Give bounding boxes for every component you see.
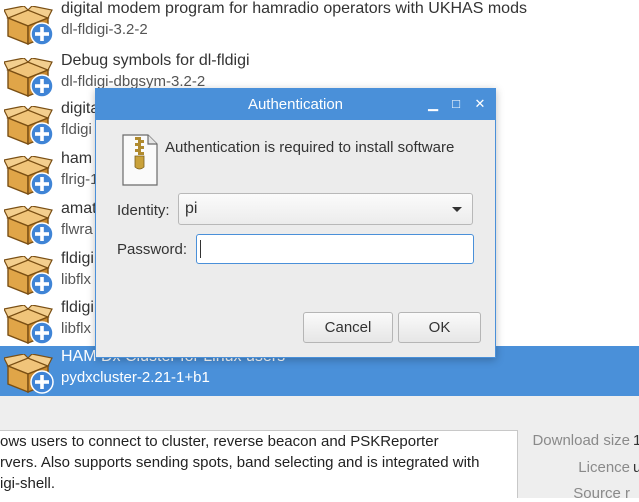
package-name: fldigi	[61, 299, 94, 316]
identity-selected-value: pi	[185, 200, 198, 217]
zip-document-icon	[122, 134, 158, 186]
package-install-icon	[3, 105, 56, 146]
description-line: ows users to connect to cluster, reverse…	[0, 433, 439, 450]
download-size-label: Download size	[532, 432, 630, 449]
package-install-icon	[3, 255, 56, 296]
package-install-icon	[3, 353, 56, 394]
package-row[interactable]: digital modem program for hamradio opera…	[0, 0, 639, 48]
package-name: fldigi	[61, 250, 94, 267]
chevron-down-icon	[452, 207, 462, 212]
identity-label: Identity:	[117, 202, 170, 219]
package-id: libflx	[61, 271, 92, 288]
dialog-titlebar[interactable]: Authentication ▁ □ ✕	[96, 89, 495, 120]
minimize-button[interactable]: ▁	[423, 94, 443, 114]
package-id: flwra	[61, 221, 93, 238]
description-line: igi-shell.	[0, 475, 56, 492]
authentication-message: Authentication is required to install so…	[165, 139, 455, 156]
text-cursor	[200, 240, 201, 258]
package-name: amat	[61, 200, 97, 217]
licence-value: u	[633, 459, 639, 476]
package-id: pydxcluster-2.21-1+b1	[61, 369, 210, 386]
package-id: flrig-1	[61, 171, 99, 188]
maximize-button[interactable]: □	[446, 94, 466, 114]
package-install-icon	[3, 155, 56, 196]
package-install-icon	[3, 205, 56, 246]
package-id: libflx	[61, 320, 92, 337]
authentication-dialog: Authentication ▁ □ ✕ Authentication is r…	[95, 88, 496, 358]
password-label: Password:	[117, 241, 188, 258]
licence-label: Licence	[578, 459, 630, 476]
package-name: Debug symbols for dl-fldigi	[61, 52, 250, 69]
ok-button[interactable]: OK	[398, 312, 481, 343]
package-install-icon	[3, 304, 56, 345]
package-install-icon	[3, 57, 56, 98]
cancel-button[interactable]: Cancel	[303, 312, 393, 343]
package-id: dl-fldigi-3.2-2	[61, 21, 148, 38]
source-label: Source r	[573, 485, 630, 502]
package-install-icon	[3, 5, 56, 46]
close-button[interactable]: ✕	[470, 94, 490, 114]
password-input[interactable]	[196, 234, 474, 264]
description-line: rvers. Also supports sending spots, band…	[0, 454, 480, 471]
package-description: ows users to connect to cluster, reverse…	[0, 430, 518, 498]
package-name: digita	[61, 100, 100, 117]
download-size-value: 1	[633, 432, 639, 449]
package-name: digital modem program for hamradio opera…	[61, 0, 527, 17]
package-details-panel: ows users to connect to cluster, reverse…	[0, 396, 639, 502]
package-name: ham	[61, 150, 93, 167]
identity-dropdown[interactable]: pi	[178, 193, 473, 225]
package-id: fldigi	[61, 121, 92, 138]
